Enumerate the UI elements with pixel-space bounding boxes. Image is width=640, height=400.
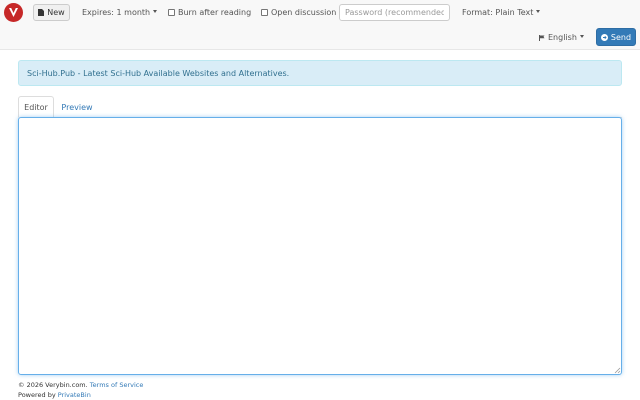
resize-grip-icon[interactable] bbox=[614, 367, 621, 374]
expires-label: Expires: 1 month bbox=[82, 8, 151, 17]
chevron-down-icon bbox=[153, 10, 158, 13]
alert-link[interactable]: Sci-Hub.Pub - Latest Sci-Hub Available W… bbox=[27, 69, 289, 78]
burn-after-reading-label[interactable]: Burn after reading bbox=[178, 8, 251, 17]
flag-icon bbox=[539, 34, 545, 41]
password-input[interactable] bbox=[339, 4, 450, 21]
language-dropdown[interactable]: English bbox=[539, 33, 584, 42]
tab-editor[interactable]: Editor bbox=[18, 96, 54, 118]
open-discussion-label[interactable]: Open discussion bbox=[271, 8, 336, 17]
arrow-circle-icon bbox=[600, 33, 608, 41]
chevron-down-icon bbox=[579, 35, 584, 38]
tab-preview[interactable]: Preview bbox=[55, 96, 99, 118]
language-label: English bbox=[548, 33, 577, 42]
chevron-down-icon bbox=[536, 10, 541, 13]
paste-editor[interactable] bbox=[18, 117, 622, 375]
privatebin-link[interactable]: PrivateBin bbox=[58, 391, 91, 399]
terms-link[interactable]: Terms of Service bbox=[90, 381, 144, 389]
powered-by-text: Powered by bbox=[18, 391, 56, 399]
open-discussion-checkbox[interactable] bbox=[261, 9, 268, 16]
editor-tabs: Editor Preview bbox=[18, 96, 622, 118]
new-button[interactable]: New bbox=[33, 4, 70, 21]
verybin-logo-icon[interactable] bbox=[4, 3, 23, 22]
footer: © 2026 Verybin.com. Terms of Service Pow… bbox=[18, 380, 143, 400]
format-dropdown[interactable]: Format: Plain Text bbox=[462, 8, 541, 17]
navbar: New Expires: 1 month Burn after reading … bbox=[0, 0, 640, 50]
send-button[interactable]: Send bbox=[596, 28, 636, 46]
format-label: Format: Plain Text bbox=[462, 8, 534, 17]
copyright-text: © 2026 Verybin.com. bbox=[18, 381, 88, 389]
expires-dropdown[interactable]: Expires: 1 month bbox=[82, 8, 158, 17]
footer-line-2: Powered by PrivateBin bbox=[18, 390, 143, 400]
new-button-label: New bbox=[47, 8, 65, 17]
burn-after-reading-checkbox[interactable] bbox=[168, 9, 175, 16]
send-button-label: Send bbox=[610, 32, 632, 42]
footer-line-1: © 2026 Verybin.com. Terms of Service bbox=[18, 380, 143, 390]
info-alert: Sci-Hub.Pub - Latest Sci-Hub Available W… bbox=[18, 60, 622, 86]
document-icon bbox=[38, 9, 45, 16]
